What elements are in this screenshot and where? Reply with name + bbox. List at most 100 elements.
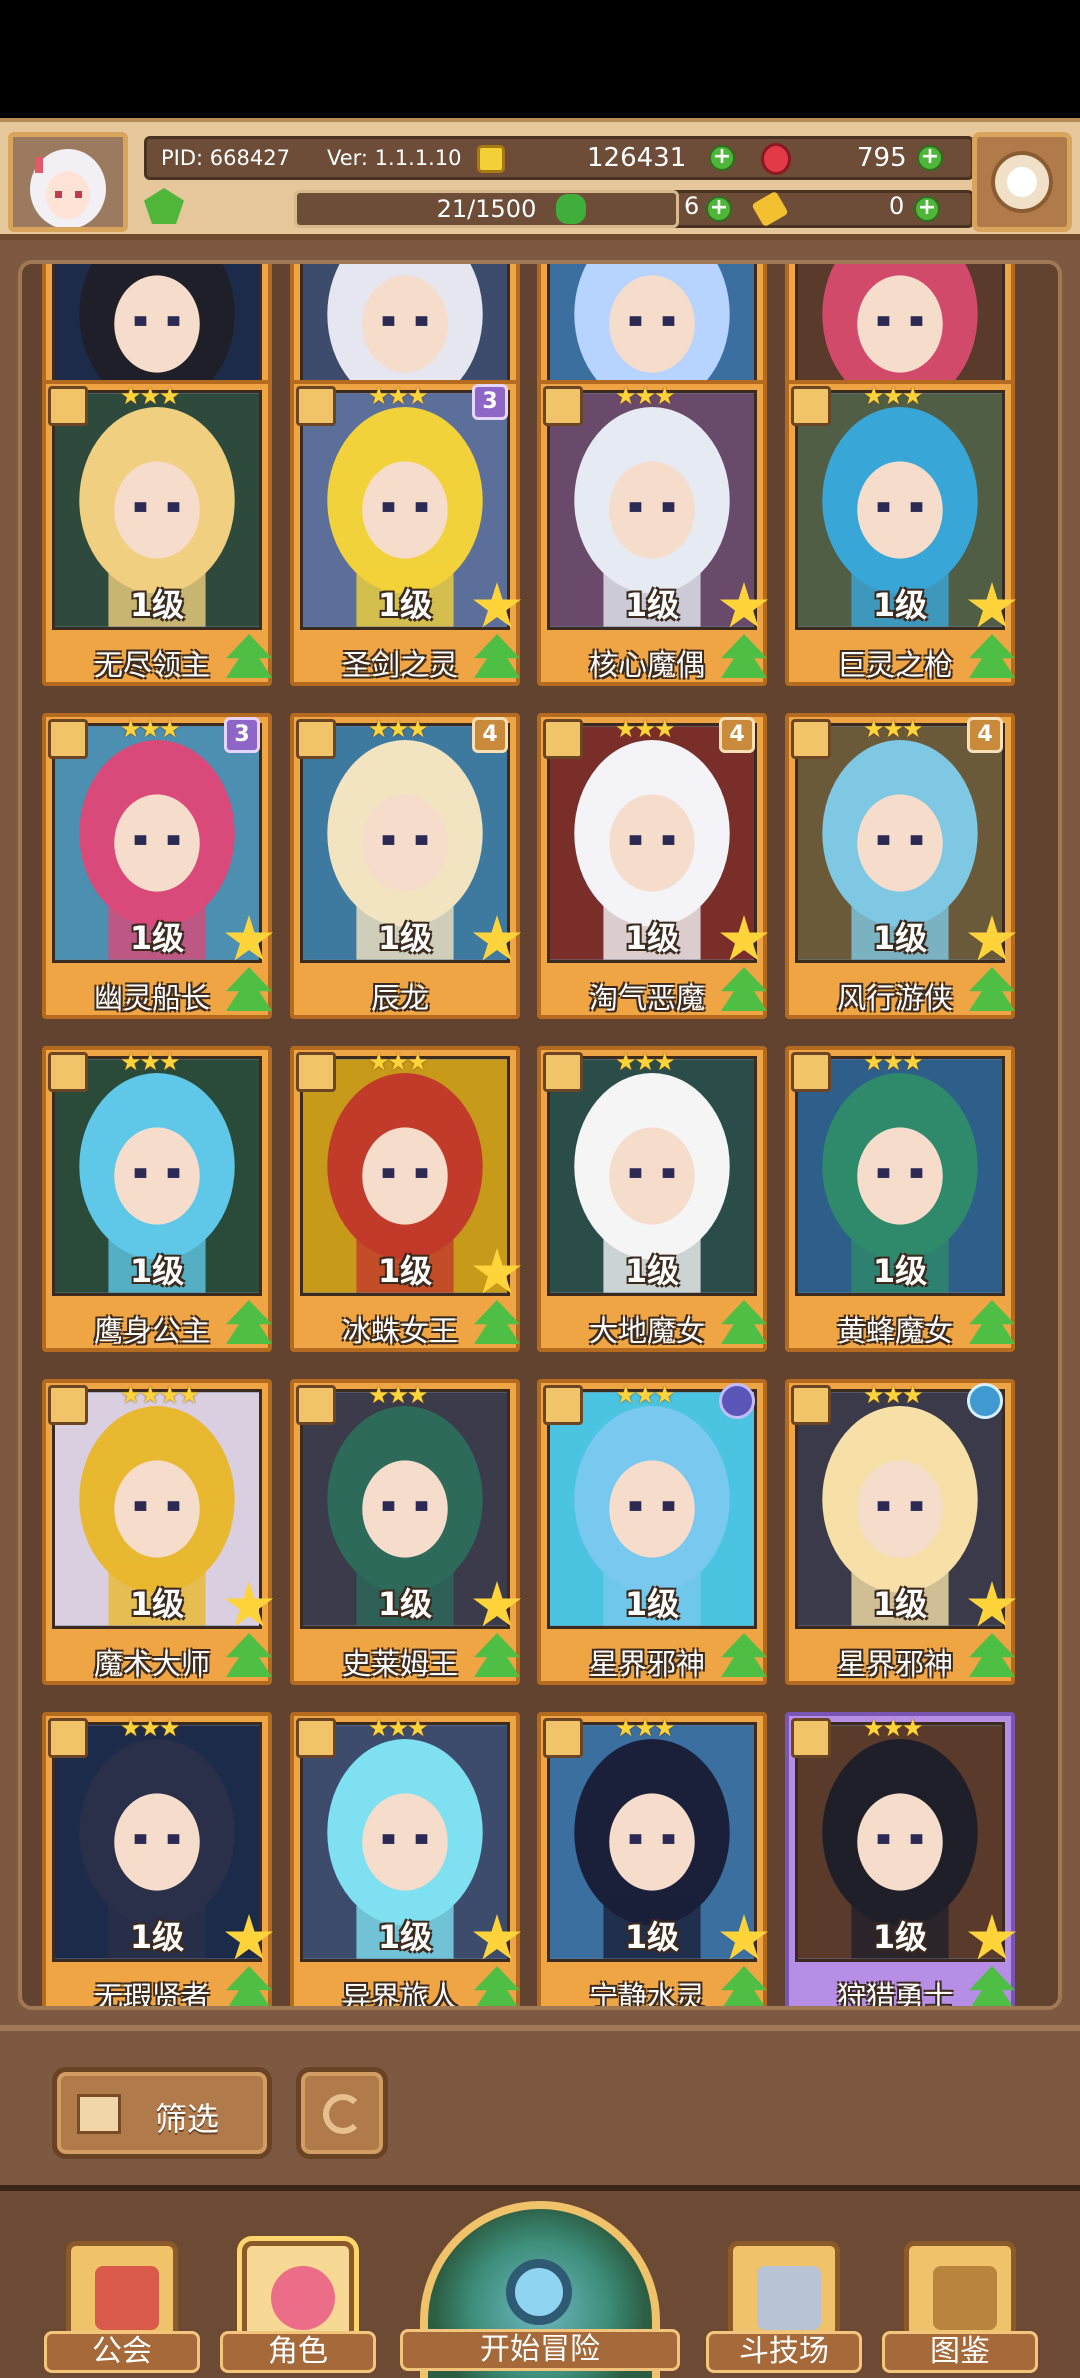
nav-codex[interactable]: 图鉴 (882, 2241, 1038, 2377)
hero-name: 巨灵之枪 (836, 648, 953, 682)
hero-card[interactable]: ★★★ 1级 异界旅人 (290, 1712, 521, 2006)
upgrade-arrow-icon (969, 967, 1015, 1011)
hero-card[interactable]: ★★★ 1级 宁静水灵 (537, 1712, 768, 2006)
star-rating: ★★★ (368, 1714, 429, 1742)
hero-name: 黄蜂魔女 (836, 1314, 953, 1348)
star-rating: ★★★ (863, 1048, 924, 1076)
hero-level: 1级 (129, 586, 185, 624)
grid-icon (77, 2094, 121, 2134)
gem-count: 795 (857, 143, 907, 173)
status-bar-area (0, 0, 1080, 118)
upgrade-arrow-icon (969, 634, 1015, 678)
star-rating: ★★★ (615, 1714, 676, 1742)
hero-card[interactable]: ★★★ 1级 巨灵之枪 (785, 380, 1016, 686)
hero-level: 1级 (872, 1918, 928, 1956)
hero-name: 大地魔女 (588, 1314, 705, 1348)
upgrade-arrow-icon (969, 1966, 1015, 2006)
star-rating: ★★★★ (120, 1381, 200, 1409)
role-icon (791, 1385, 831, 1425)
player-header: PID: 668427 Ver: 1.1.1.10 126431 + 795 +… (0, 118, 1080, 240)
hero-level: 1级 (872, 1252, 928, 1290)
star-rating: ★★★ (615, 382, 676, 410)
gear-icon (995, 155, 1049, 209)
upgrade-arrow-icon (721, 1633, 767, 1677)
stamina-value: 21/1500 (436, 195, 537, 223)
hero-card[interactable]: ★★★ 1级 星界邪神 (785, 1379, 1016, 1685)
add-gems-button[interactable]: + (917, 145, 943, 171)
nav-arena[interactable]: 斗技场 (706, 2241, 862, 2377)
upgrade-arrow-icon (721, 967, 767, 1011)
hero-name: 淘气恶魔 (588, 981, 705, 1015)
clover-icon (556, 194, 586, 224)
nav-start-adventure[interactable]: 开始冒险 (400, 2201, 680, 2378)
hero-card[interactable]: ★★★ 4 1级 辰龙 (290, 713, 521, 1019)
add-keys-button[interactable]: + (914, 196, 940, 222)
upgrade-arrow-icon (226, 1633, 272, 1677)
star-rating: ★★★ (368, 1048, 429, 1076)
nav-characters[interactable]: 角色 (220, 2241, 376, 2377)
nav-arena-label: 斗技场 (706, 2331, 862, 2373)
key-count: 0 (889, 192, 905, 220)
hero-card[interactable]: ★★★ 4 1级 淘气恶魔 (537, 713, 768, 1019)
hero-card[interactable]: ★★★ 1级 星界邪神 (537, 1379, 767, 1685)
hero-name: 魔术大师 (93, 1647, 210, 1681)
hero-name: 无瑕贤者 (93, 1980, 210, 2010)
filter-label: 筛选 (155, 2100, 220, 2138)
hero-card[interactable]: ★★★ 1级 史莱姆王 (290, 1379, 521, 1685)
character-face-icon (271, 2266, 335, 2330)
nav-codex-label: 图鉴 (882, 2331, 1038, 2373)
hero-level: 1级 (377, 1585, 433, 1623)
role-icon (543, 386, 583, 426)
magnifier-icon (506, 2259, 572, 2325)
nav-guild[interactable]: 公会 (44, 2241, 200, 2377)
upgrade-arrow-icon (226, 1966, 272, 2006)
coin-icon (477, 145, 505, 173)
upgrade-arrow-icon (474, 1300, 520, 1344)
star-rating: ★★★ (120, 1048, 181, 1076)
hero-card[interactable]: ★★★ 1级 冰蛛女王 (290, 1046, 521, 1352)
hero-card[interactable]: ★★★ 1级 无尽领主 (42, 380, 272, 686)
upgrade-arrow-icon (474, 1966, 520, 2006)
resource-row: PID: 668427 Ver: 1.1.1.10 126431 + 795 + (144, 136, 974, 180)
filter-button[interactable]: 筛选 (52, 2067, 272, 2159)
hero-card[interactable]: ★★★ 1级 大地魔女 (537, 1046, 767, 1352)
role-icon (48, 1718, 88, 1758)
hero-name: 冰蛛女王 (341, 1314, 458, 1348)
hero-card[interactable]: ★★★ 3 1级 圣剑之灵 (290, 380, 521, 686)
hero-card[interactable]: ★★★ 3 1级 幽灵船长 (42, 713, 273, 1019)
refresh-button[interactable] (296, 2067, 388, 2159)
hero-level: 1级 (624, 1918, 680, 1956)
hero-card[interactable]: ★★★ 1级 鹰身公主 (42, 1046, 272, 1352)
role-icon (48, 386, 88, 426)
star-rating: ★★★ (615, 715, 676, 743)
star-rating: ★★★ (120, 1714, 181, 1742)
hero-level: 1级 (377, 586, 433, 624)
upgrade-arrow-icon (721, 1966, 767, 2006)
hero-name: 辰龙 (370, 981, 429, 1015)
upgrade-arrow-icon (226, 967, 272, 1011)
rank-badge: 4 (719, 717, 755, 753)
rank-badge: 3 (472, 384, 508, 420)
player-avatar[interactable] (8, 132, 128, 232)
hero-grid[interactable]: 1级幽暗龙女1级雪人骑士1级赤焰龙女1级黄金之女★★★1级无尽领主★★★31级圣… (18, 260, 1062, 2010)
star-rating: ★★★ (368, 1381, 429, 1409)
hero-name: 无尽领主 (93, 648, 210, 682)
add-clovers-button[interactable]: + (706, 196, 732, 222)
role-icon (791, 386, 831, 426)
hero-card[interactable]: ★★★ 4 1级 风行游侠 (785, 713, 1016, 1019)
hero-level: 1级 (624, 1252, 680, 1290)
rank-badge: 3 (224, 717, 260, 753)
role-icon (543, 1718, 583, 1758)
hero-card[interactable]: ★★★ 1级 狩猎勇士 (785, 1712, 1016, 2006)
upgrade-arrow-icon (969, 1300, 1015, 1344)
hero-card[interactable]: ★★★ 1级 核心魔偶 (537, 380, 768, 686)
hero-level: 1级 (129, 1252, 185, 1290)
hero-card[interactable]: ★★★ 1级 无瑕贤者 (42, 1712, 273, 2010)
upgrade-arrow-icon (226, 1300, 272, 1344)
hero-card[interactable]: ★★★★ 1级 魔术大师 (42, 1379, 273, 1685)
settings-button[interactable] (972, 132, 1072, 232)
hero-card[interactable]: ★★★ 1级黄蜂魔女 (785, 1046, 1015, 1352)
stamina-icon (144, 188, 184, 224)
add-coins-button[interactable]: + (709, 145, 735, 171)
version-label: Ver: 1.1.1.10 (327, 146, 462, 170)
